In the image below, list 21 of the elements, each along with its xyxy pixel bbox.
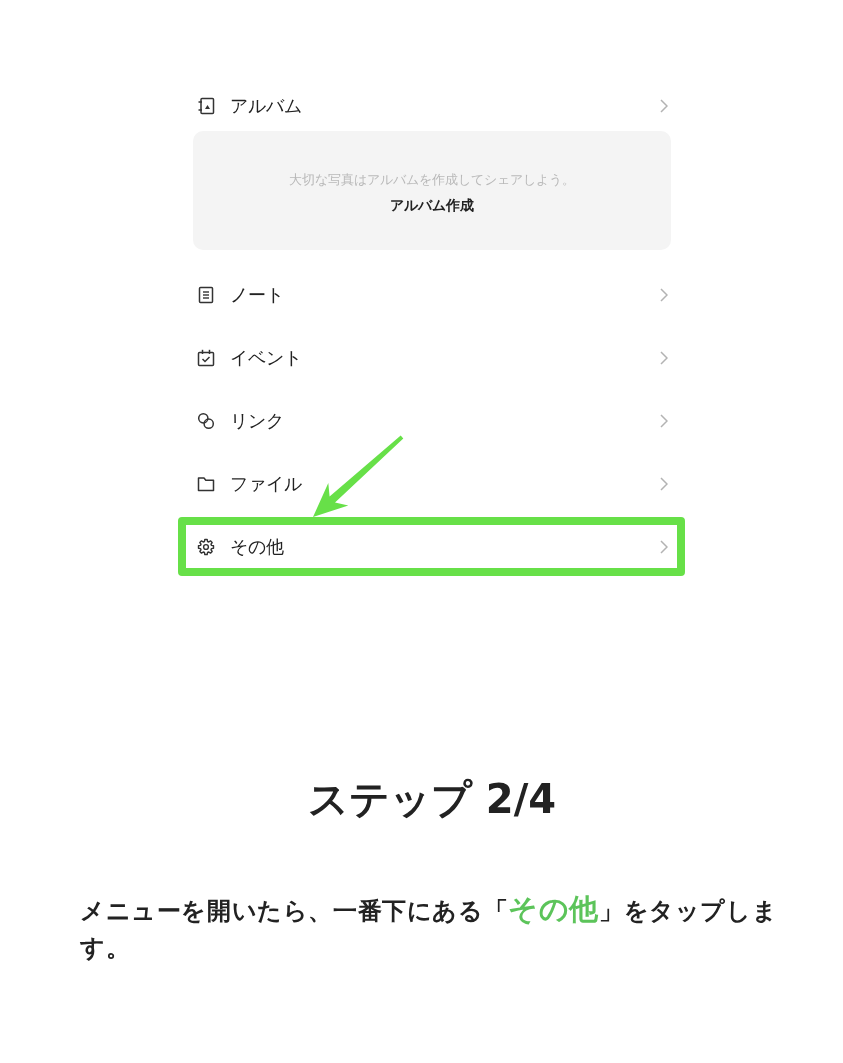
settings-icon — [197, 537, 215, 556]
menu-item[interactable]: リンク — [193, 389, 671, 452]
step-instruction: メニューを開いたら、一番下にある「その他」をタップします。 — [80, 893, 779, 964]
chevron-icon — [660, 287, 668, 302]
chevron-icon — [660, 476, 668, 491]
note-icon — [197, 285, 215, 304]
menu-item[interactable]: ファイル — [193, 452, 671, 515]
menu-item[interactable]: ノート — [193, 263, 671, 326]
photo-album-icon — [197, 97, 215, 115]
menu-item[interactable]: イベント — [193, 326, 671, 389]
link-icon — [197, 411, 215, 430]
menu-item[interactable]: アルバム — [193, 81, 671, 131]
chevron-icon — [660, 413, 668, 428]
chevron-icon — [660, 350, 668, 365]
step-title: ステップ 2/4 — [306, 777, 558, 821]
chevron-icon — [660, 99, 668, 113]
chevron-icon — [660, 539, 668, 554]
menu-item[interactable]: その他 — [193, 525, 671, 568]
folder-icon — [197, 474, 215, 493]
create-album-link[interactable]: アルバム作成 — [390, 196, 474, 215]
calendar-check-icon — [197, 348, 215, 367]
